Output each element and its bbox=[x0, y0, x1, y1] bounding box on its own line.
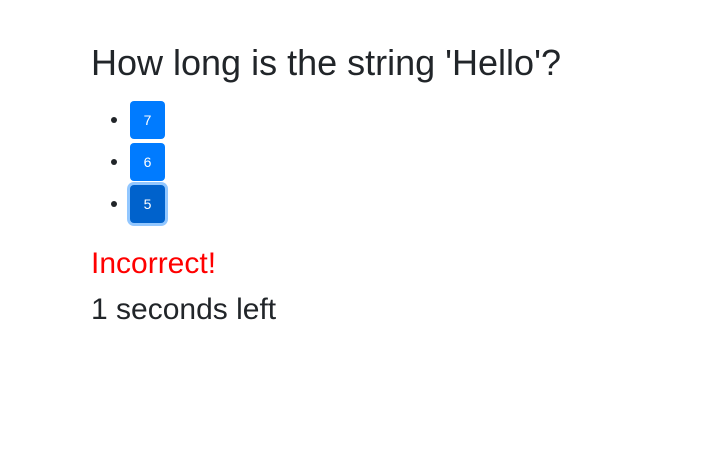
answer-button-7[interactable]: 7 bbox=[130, 101, 165, 139]
answer-button-6[interactable]: 6 bbox=[130, 143, 165, 181]
answer-button-5[interactable]: 5 bbox=[130, 185, 165, 223]
feedback-message: Incorrect! bbox=[91, 247, 217, 280]
bullet-icon bbox=[111, 159, 117, 165]
bullet-icon bbox=[111, 201, 117, 207]
bullet-icon bbox=[111, 117, 117, 123]
timer-text: 1 seconds left bbox=[91, 293, 277, 326]
question-heading: How long is the string 'Hello'? bbox=[91, 42, 561, 83]
